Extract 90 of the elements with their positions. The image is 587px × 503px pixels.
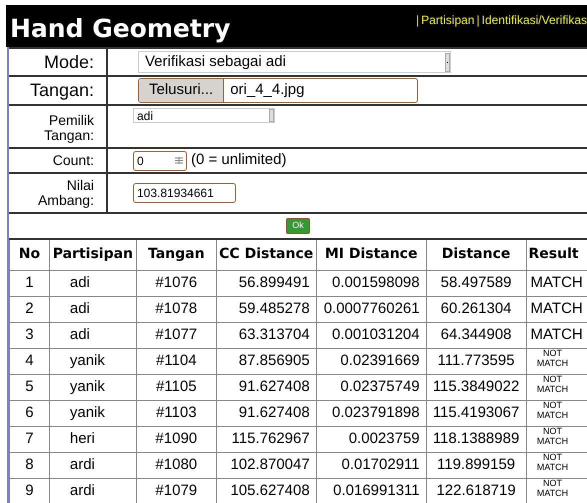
ok-button[interactable]: Ok: [286, 218, 310, 234]
table-cell: #1076: [155, 274, 198, 291]
table-cell: 3: [25, 326, 34, 343]
table-cell: heri: [70, 430, 95, 447]
table-cell: #1079: [155, 482, 198, 499]
field-label: Count:: [52, 153, 94, 168]
table-cell: 9: [25, 482, 34, 499]
table-cell: #1078: [155, 300, 198, 317]
table-cell: 56.899491: [238, 274, 310, 291]
browse-button[interactable]: Telusuri...: [139, 79, 224, 102]
result-label: NOT MATCH: [536, 400, 570, 421]
nav-separator: |: [475, 12, 481, 29]
table-cell: adi: [70, 274, 90, 291]
table-cell: #1090: [155, 430, 198, 447]
threshold-input[interactable]: 103.81934661: [133, 183, 236, 203]
table-cell: #1077: [155, 326, 198, 343]
table-cell: 87.856905: [238, 352, 310, 369]
table-cell: 119.899159: [437, 456, 516, 473]
table-cell: ardi: [70, 456, 95, 473]
nav-link[interactable]: Partisipan: [421, 11, 474, 29]
table-cell: #1105: [156, 378, 197, 395]
table-cell: 0.02375749: [340, 378, 420, 395]
column-header: MI Distance: [316, 239, 426, 270]
table-cell: #1104: [156, 352, 197, 369]
table-cell: 115.762967: [232, 430, 310, 447]
result-label: MATCH: [530, 324, 583, 345]
table-cell: adi: [70, 300, 90, 317]
table-cell: 4: [25, 352, 34, 369]
file-input[interactable]: Telusuri... ori_4_4.jpg: [138, 78, 418, 103]
table-cell: 91.627408: [238, 378, 310, 395]
spinner-icon[interactable]: [175, 157, 183, 164]
table-cell: 0.02391669: [340, 352, 420, 369]
result-label: NOT MATCH: [536, 426, 570, 447]
table-cell: ardi: [70, 482, 95, 499]
nav-separator: |: [414, 12, 420, 29]
table-cell: 102.870047: [230, 456, 310, 473]
table-cell: 0.001031204: [332, 326, 420, 343]
dropdown-icon: [445, 52, 450, 72]
table-cell: 122.618719: [436, 482, 516, 499]
table-cell: #1103: [156, 404, 197, 421]
table-cell: 118.1388989: [432, 430, 520, 447]
field-label: Mode:: [42, 52, 94, 72]
table-cell: 8: [25, 456, 34, 473]
table-cell: 2: [25, 300, 34, 317]
table-cell: 115.4193067: [432, 404, 520, 421]
table-cell: 0.0007760261: [324, 300, 420, 317]
table-cell: yanik: [70, 352, 105, 369]
table-cell: 91.627408: [238, 404, 310, 421]
field-label: Pemilik Tangan:: [43, 110, 94, 142]
table-cell: 63.313704: [238, 326, 310, 343]
table-cell: 1: [25, 274, 34, 291]
table-cell: 59.485278: [238, 300, 310, 317]
column-header: Partisipan: [49, 239, 136, 270]
table-cell: 5: [25, 378, 34, 395]
result-label: NOT MATCH: [536, 348, 570, 369]
table-cell: 115.3849022: [432, 378, 520, 395]
mode-select[interactable]: Verifikasi sebagai adi: [138, 51, 451, 73]
table-cell: 60.261304: [440, 300, 512, 317]
table-cell: #1080: [155, 456, 198, 473]
nav-link[interactable]: Identifikasi/Verifikas: [482, 11, 587, 29]
table-cell: adi: [70, 326, 90, 343]
result-label: MATCH: [530, 272, 583, 293]
table-cell: 111.773595: [438, 352, 515, 369]
field-label: Nilai Ambang:: [36, 178, 94, 208]
table-cell: 0.001598098: [332, 274, 420, 291]
result-label: MATCH: [530, 298, 583, 319]
count-hint: (0 = unlimited): [191, 150, 286, 170]
table-cell: 6: [25, 404, 34, 421]
owner-select[interactable]: adi: [133, 108, 275, 123]
page-title: Hand Geometry: [9, 13, 230, 41]
table-cell: yanik: [70, 404, 105, 421]
column-header: No: [10, 239, 50, 270]
column-header: CC Distance: [216, 239, 316, 270]
column-header: Distance: [426, 239, 526, 270]
result-label: NOT MATCH: [536, 452, 570, 473]
table-cell: 58.497589: [440, 274, 512, 291]
table-cell: 105.627408: [230, 482, 310, 499]
result-label: NOT MATCH: [536, 478, 570, 499]
table-cell: 0.01702911: [341, 456, 420, 473]
table-cell: 7: [25, 430, 34, 447]
table-cell: 0.023791898: [332, 404, 420, 421]
table-cell: 64.344908: [440, 326, 512, 343]
dropdown-icon: [269, 109, 274, 122]
field-label: Tangan:: [30, 81, 94, 100]
table-cell: yanik: [70, 378, 105, 395]
result-label: NOT MATCH: [536, 374, 570, 395]
count-spinner[interactable]: 0: [133, 150, 187, 170]
column-header: Tangan: [136, 239, 216, 270]
table-cell: 0.0023759: [348, 430, 420, 447]
table-cell: 0.016991311: [333, 482, 420, 499]
